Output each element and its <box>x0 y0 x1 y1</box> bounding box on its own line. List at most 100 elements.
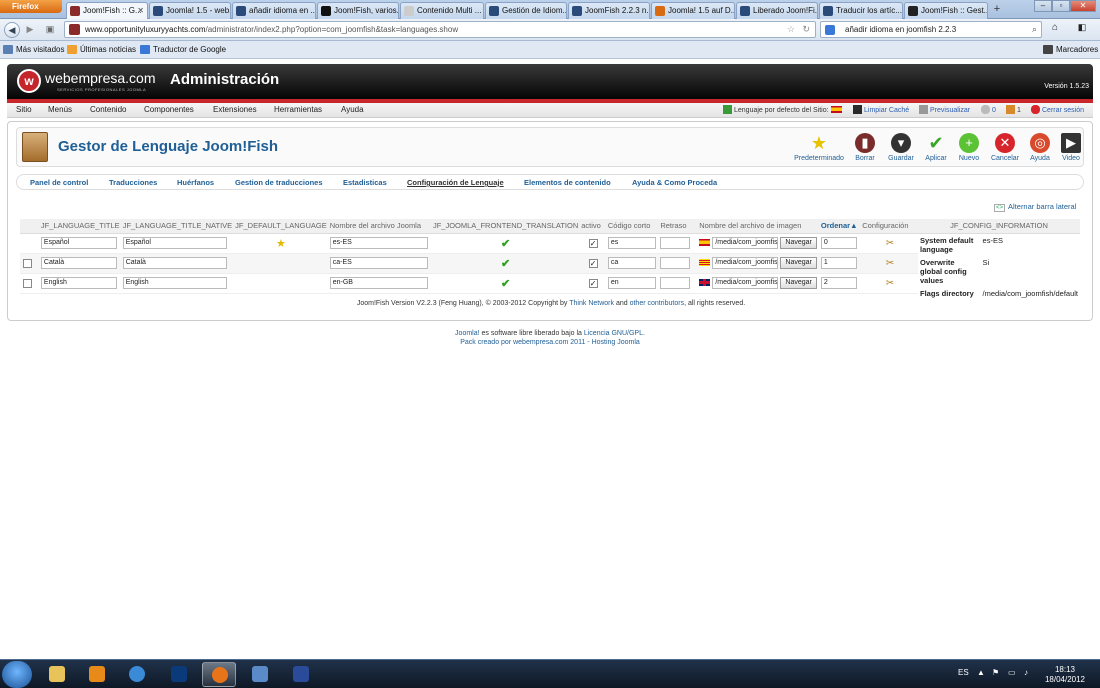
browser-tab[interactable]: Gestión de Idiom... <box>485 2 567 19</box>
taskbar-explorer[interactable] <box>40 662 74 687</box>
taskbar-media-player[interactable] <box>80 662 114 687</box>
cancel-button[interactable]: ✕ Cancelar <box>987 133 1023 162</box>
config-tools-icon[interactable]: ✂ <box>886 258 894 269</box>
bookmark-google-translate[interactable]: Traductor de Google <box>140 41 226 58</box>
tab-close-icon[interactable]: ✕ <box>137 3 144 18</box>
config-tools-icon[interactable]: ✂ <box>886 238 894 249</box>
default-language-star-icon[interactable]: ★ <box>276 238 286 250</box>
messages-link[interactable]: 0 <box>981 105 996 114</box>
short-code-input[interactable]: es <box>607 237 656 249</box>
image-file-input[interactable]: /media/com_joomfish/... <box>712 237 779 249</box>
browse-button[interactable]: Navegar <box>780 277 817 289</box>
joomla-file-input[interactable]: es-ES <box>329 237 428 249</box>
menu-help[interactable]: Ayuda <box>341 105 364 114</box>
tab-orphans[interactable]: Huérfanos <box>177 178 214 187</box>
browser-tab[interactable]: Contenido Multi ... <box>400 2 484 19</box>
language-native-input[interactable]: Català <box>122 257 227 269</box>
menu-components[interactable]: Componentes <box>144 105 194 114</box>
taskbar-app[interactable] <box>243 662 277 687</box>
browse-button[interactable]: Navegar <box>780 257 817 269</box>
preview-link[interactable]: Previsualizar <box>919 105 970 114</box>
apply-button[interactable]: ✔ Aplicar <box>919 133 953 162</box>
joomla-file-input[interactable]: ca-ES <box>329 257 428 269</box>
browser-tab[interactable]: Joom!Fish :: Gest... <box>904 2 988 19</box>
tab-language-config[interactable]: Configuración de Lenguaje <box>407 178 504 187</box>
order-input[interactable]: 0 <box>820 237 857 249</box>
hosting-credit-link[interactable]: Pack creado por webempresa.com 2011 - Ho… <box>0 338 1100 347</box>
language-native-input[interactable]: English <box>122 277 227 289</box>
menu-content[interactable]: Contenido <box>90 105 126 114</box>
flag-tray-icon[interactable]: ⚑ <box>992 668 999 677</box>
save-button[interactable]: ▾ Guardar <box>883 133 919 162</box>
bookmark-star-icon[interactable]: ☆ <box>787 22 795 37</box>
column-header-sortable[interactable]: Ordenar▲ <box>817 219 860 234</box>
taskbar-app[interactable] <box>284 662 318 687</box>
browser-tab[interactable]: Joomla! 1.5 auf D... <box>651 2 735 19</box>
volume-icon[interactable]: ♪ <box>1024 668 1028 677</box>
video-button[interactable]: ▶ Video <box>1057 133 1085 162</box>
new-button[interactable]: + Nuevo <box>953 133 985 162</box>
active-checkbox[interactable]: ✓ <box>588 278 598 288</box>
clear-cache-link[interactable]: Limpiar Caché <box>853 105 909 114</box>
delay-input[interactable] <box>660 257 691 269</box>
tab-statistics[interactable]: Estadisticas <box>343 178 387 187</box>
short-code-input[interactable]: ca <box>607 257 656 269</box>
bookmarks-menu[interactable]: Marcadores <box>1043 41 1098 58</box>
language-title-input[interactable]: Català <box>40 257 117 269</box>
tab-content-elements[interactable]: Elementos de contenido <box>524 178 611 187</box>
close-window-button[interactable]: ✕ <box>1070 0 1096 12</box>
joomla-file-input[interactable]: en-GB <box>329 277 428 289</box>
extension-icon[interactable]: ◧ <box>1070 22 1094 38</box>
image-file-input[interactable]: /media/com_joomfish/... <box>712 257 779 269</box>
help-button[interactable]: ◎ Ayuda <box>1025 133 1055 162</box>
bookmark-most-visited[interactable]: Más visitados <box>3 41 64 58</box>
tab-help-howto[interactable]: Ayuda & Como Proceda <box>632 178 717 187</box>
network-icon[interactable]: ▭ <box>1008 668 1016 677</box>
default-button[interactable]: ★ Predeterminado <box>791 133 847 162</box>
tab-translations[interactable]: Traducciones <box>109 178 157 187</box>
language-native-input[interactable]: Español <box>122 237 227 249</box>
active-checkbox[interactable]: ✓ <box>588 258 598 268</box>
language-title-input[interactable]: Español <box>40 237 117 249</box>
think-network-link[interactable]: Think Network <box>569 300 614 307</box>
firefox-menu-button[interactable]: Firefox <box>0 0 62 13</box>
contributors-link[interactable]: other contributors <box>630 300 684 307</box>
delay-input[interactable] <box>660 237 691 249</box>
delay-input[interactable] <box>660 277 691 289</box>
browser-tab[interactable]: Joomla! 1.5 - web... <box>149 2 231 19</box>
delete-button[interactable]: ▮ Borrar <box>847 133 883 162</box>
browser-tab[interactable]: Traducir los artíc... <box>819 2 903 19</box>
search-input[interactable]: añadir idioma en joomfish 2.2.3 ⌕ <box>820 21 1042 38</box>
order-input[interactable]: 1 <box>820 257 857 269</box>
tab-control-panel[interactable]: Panel de control <box>30 178 88 187</box>
menu-site[interactable]: Sitio <box>16 105 32 114</box>
browser-tab[interactable]: añadir idioma en ... <box>232 2 316 19</box>
row-select-checkbox[interactable] <box>23 258 32 268</box>
start-button[interactable] <box>2 661 32 688</box>
menu-extensions[interactable]: Extensiones <box>213 105 257 114</box>
menu-menus[interactable]: Menús <box>48 105 72 114</box>
order-input[interactable]: 2 <box>820 277 857 289</box>
active-checkbox[interactable]: ✓ <box>588 238 598 248</box>
input-language[interactable]: ES <box>958 668 969 677</box>
toggle-sidebar-link[interactable]: <> Alternar barra lateral <box>994 202 1076 212</box>
maximize-button[interactable]: ▫ <box>1052 0 1070 12</box>
search-icon[interactable]: ⌕ <box>1032 22 1037 37</box>
minimize-button[interactable]: – <box>1034 0 1052 12</box>
image-file-input[interactable]: /media/com_joomfish/... <box>712 277 779 289</box>
short-code-input[interactable]: en <box>607 277 656 289</box>
identity-icon[interactable]: ▣ <box>42 22 58 38</box>
home-icon[interactable]: ⌂ <box>1046 22 1064 38</box>
browse-button[interactable]: Navegar <box>780 237 817 249</box>
logout-link[interactable]: Cerrar sesión <box>1031 105 1084 114</box>
taskbar-ie[interactable] <box>120 662 154 687</box>
browser-tab[interactable]: Joom!Fish :: G... ✕ <box>66 2 148 19</box>
forward-button[interactable]: ▶ <box>22 22 38 38</box>
address-bar[interactable]: www.opportunityluxuryyachts.com/administ… <box>64 21 816 38</box>
bookmark-latest-news[interactable]: Últimas noticias <box>67 41 136 58</box>
back-button[interactable]: ◀ <box>4 22 20 38</box>
browser-tab[interactable]: Joom!Fish, varios... <box>317 2 399 19</box>
taskbar-photoshop[interactable] <box>162 662 196 687</box>
new-tab-button[interactable]: + <box>990 3 1004 17</box>
reload-icon[interactable]: ↻ <box>802 22 810 37</box>
